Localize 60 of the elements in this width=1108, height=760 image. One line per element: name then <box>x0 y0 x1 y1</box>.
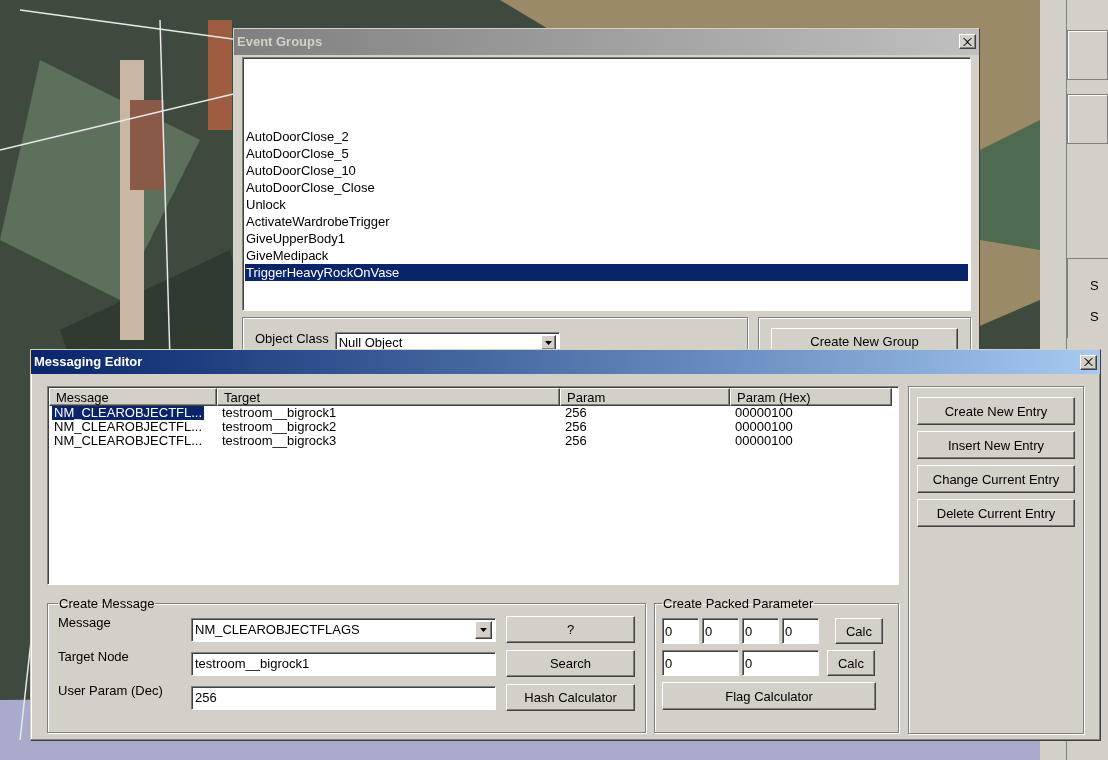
input-field[interactable]: 0 <box>662 650 739 676</box>
table-cell-text: 00000100 <box>734 434 794 448</box>
list-item[interactable]: TriggerHeavyRockOnVase <box>245 263 968 281</box>
table-cell-text: testroom__bigrock1 <box>221 406 338 420</box>
window-title: Messaging Editor <box>34 353 143 372</box>
table-cell-text: 00000100 <box>734 420 794 434</box>
side-button[interactable]: Create New Entry <box>917 397 1075 425</box>
action-button[interactable]: Hash Calculator <box>506 684 635 711</box>
column-header[interactable]: Target <box>217 388 560 406</box>
input-field[interactable]: 256 <box>191 685 496 710</box>
list-item[interactable]: AutoDoorClose_10 <box>245 161 968 179</box>
window-title: Event Groups <box>237 33 323 52</box>
table-cell-text: NM_CLEAROBJECTFL... <box>53 434 204 448</box>
message-dropdown[interactable]: NM_CLEAROBJECTFLAGS <box>191 617 496 642</box>
list-item[interactable]: GiveUpperBody1 <box>245 229 968 247</box>
panel-label: S <box>1090 310 1100 323</box>
table-cell-text: NM_CLEAROBJECTFL... <box>53 420 204 434</box>
list-item[interactable]: AutoDoorClose_Close <box>245 178 968 196</box>
action-button[interactable]: ? <box>506 616 635 643</box>
table-cell-text: 00000100 <box>734 406 794 420</box>
table-cell-text: 256 <box>564 406 588 420</box>
close-button[interactable] <box>1080 354 1097 370</box>
field-label: Target Node <box>58 650 130 663</box>
column-header[interactable]: Param (Hex) <box>730 388 892 406</box>
input-field[interactable]: 0 <box>662 618 699 644</box>
column-header[interactable]: Param <box>560 388 730 406</box>
side-button[interactable]: Delete Current Entry <box>917 499 1075 527</box>
action-button[interactable]: Search <box>506 650 635 677</box>
input-field[interactable]: 0 <box>742 618 779 644</box>
input-field[interactable]: 0 <box>742 650 819 676</box>
list-item[interactable]: GiveMedipack <box>245 246 968 264</box>
table-cell: NM_CLEAROBJECTFL... <box>52 406 205 420</box>
panel-label: S <box>1090 279 1100 292</box>
side-button[interactable]: Insert New Entry <box>917 431 1075 459</box>
table-cell-text: 256 <box>564 434 588 448</box>
field-label: Message <box>58 616 112 629</box>
calc-button[interactable]: Calc <box>835 618 883 644</box>
group-title: Create Message <box>58 597 156 610</box>
list-item[interactable]: Unlock <box>245 195 968 213</box>
group-title: Create Packed Parameter <box>662 597 815 610</box>
calc-button[interactable]: Calc <box>827 650 875 676</box>
dropdown-arrow-icon <box>480 627 487 632</box>
input-field[interactable]: 0 <box>702 618 739 644</box>
column-header[interactable]: Message <box>49 388 217 406</box>
list-item[interactable]: AutoDoorClose_5 <box>245 144 968 162</box>
close-icon <box>963 37 972 46</box>
table-cell-text: testroom__bigrock3 <box>221 434 338 448</box>
input-field[interactable]: 0 <box>782 618 819 644</box>
flag-calculator-button[interactable]: Flag Calculator <box>662 682 876 710</box>
field-label: User Param (Dec) <box>58 684 164 697</box>
table-cell-text: testroom__bigrock2 <box>221 420 338 434</box>
table-cell-text: 256 <box>564 420 588 434</box>
list-item[interactable]: ActivateWardrobeTrigger <box>245 212 968 230</box>
input-field[interactable]: testroom__bigrock1 <box>191 651 496 676</box>
list-item[interactable]: AutoDoorClose_2 <box>245 127 968 145</box>
object-class-label: Object Class <box>255 332 329 345</box>
side-button[interactable]: Change Current Entry <box>917 465 1075 493</box>
close-button[interactable] <box>959 34 976 50</box>
close-icon <box>1084 358 1093 366</box>
dropdown-arrow-icon <box>544 340 552 345</box>
